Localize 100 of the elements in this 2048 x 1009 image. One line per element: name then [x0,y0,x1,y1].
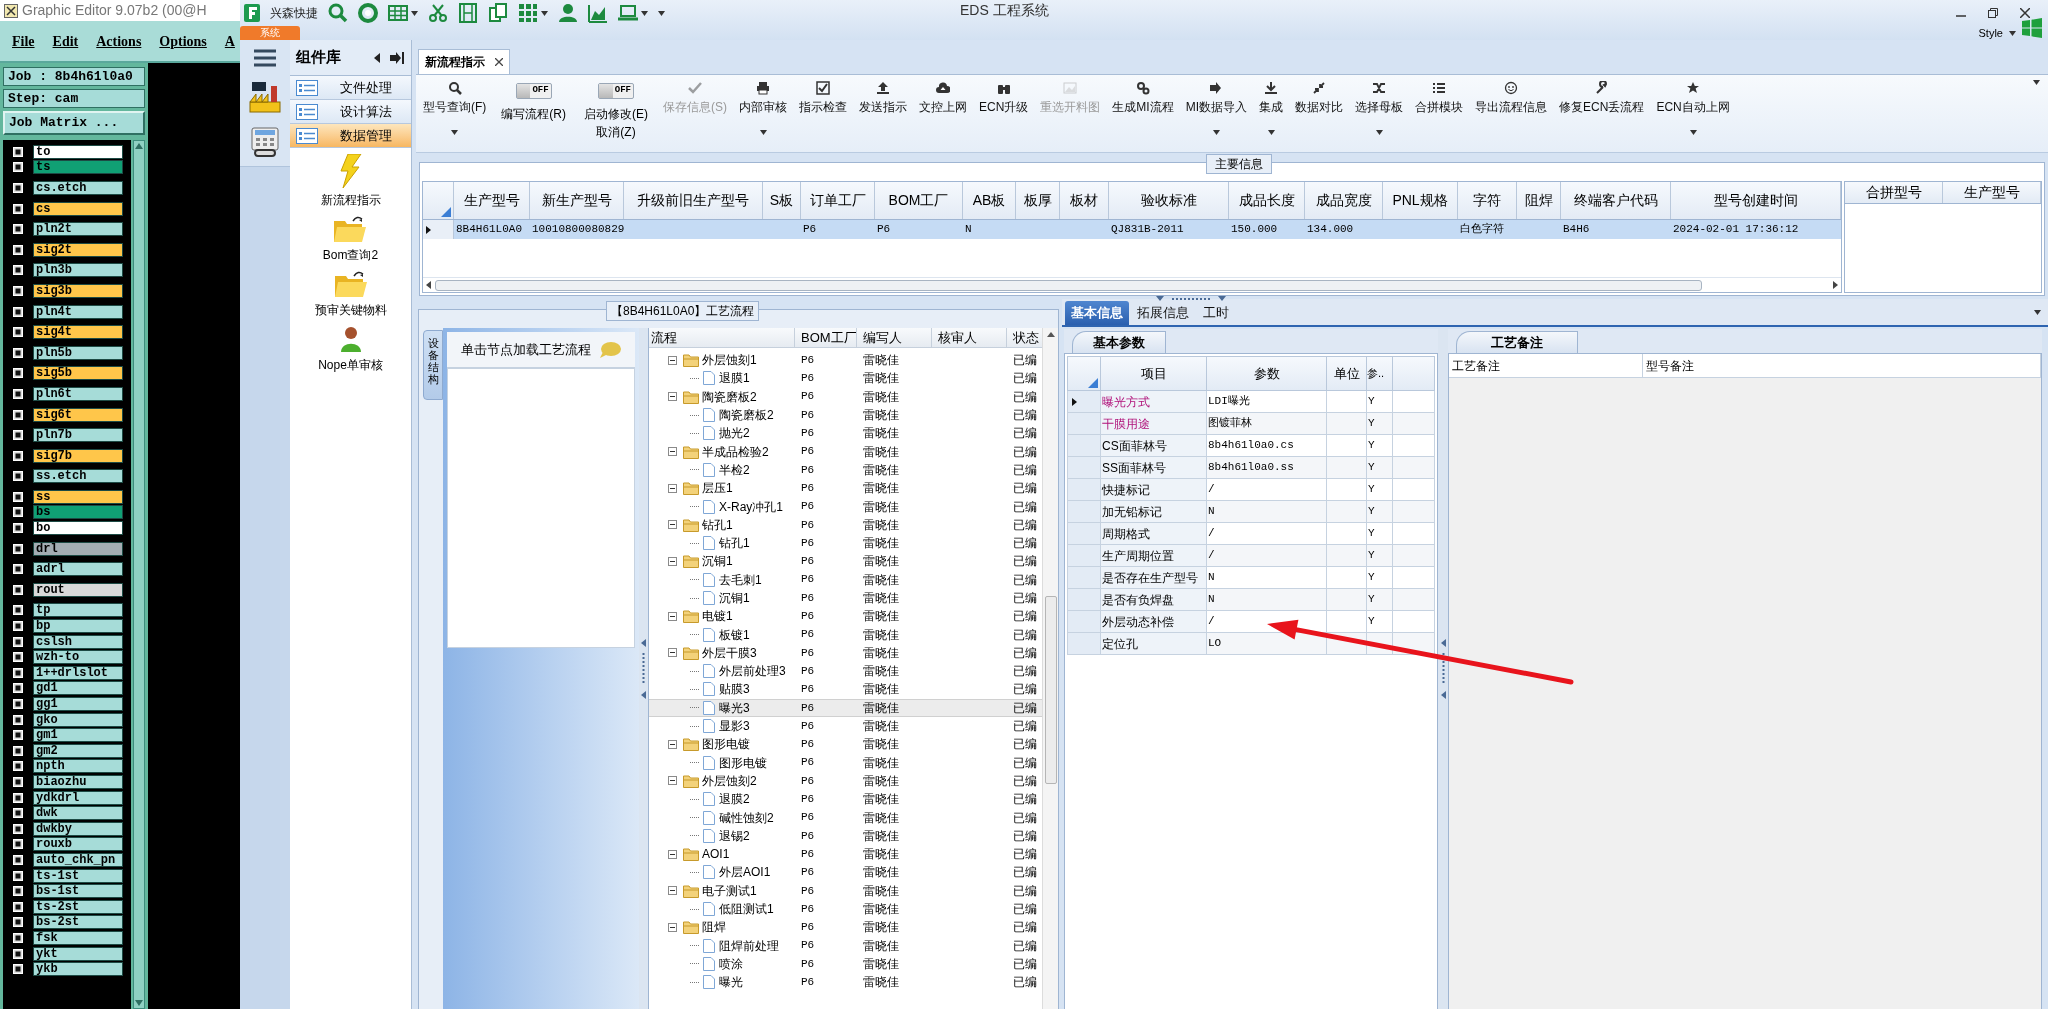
category-tab[interactable]: 设计算法 [290,100,411,124]
category-tab[interactable]: 数据管理 [290,124,411,148]
ribbon-button[interactable]: 发送指示 [856,75,910,149]
tree-row[interactable]: 外层AOI1 P6 雷晓佳 已编 [649,863,1042,882]
menu-item[interactable]: A [224,30,235,52]
checkbox[interactable] [13,368,23,379]
menu-icon[interactable] [253,48,277,68]
layer-item[interactable]: sig7b [33,448,123,463]
checkbox[interactable] [13,792,23,803]
layer-item[interactable]: fsk [33,930,123,945]
tree-row[interactable]: 图形电镀 P6 雷晓佳 已编 [649,753,1042,772]
column-header[interactable]: 终端客户代码 [1561,182,1671,219]
component-item[interactable]: 新流程指示 [320,154,381,209]
tree-row[interactable]: 沉铜1 P6 雷晓佳 已编 [649,588,1042,608]
ribbon-button[interactable]: 导出流程信息 [1472,75,1551,149]
tree-row[interactable]: 陶瓷磨板2 P6 雷晓佳 已编 [649,405,1042,425]
row-header[interactable] [1068,391,1101,412]
column-header[interactable]: 阻焊 [1517,182,1561,219]
column-header[interactable]: 核审人 [932,328,1007,347]
tree-row[interactable]: 外层前处理3 P6 雷晓佳 已编 [649,662,1042,681]
checkbox[interactable] [13,162,23,173]
ribbon-button[interactable]: 文控上网 [916,75,970,149]
tree-row[interactable]: 显影3 P6 雷晓佳 已编 [649,716,1042,736]
tree-row[interactable]: 沉铜1 P6 雷晓佳 已编 [649,552,1042,571]
tree-row[interactable]: 抛光2 P6 雷晓佳 已编 [649,424,1042,443]
tree-row[interactable]: 半检2 P6 雷晓佳 已编 [649,460,1042,480]
collapse-box-icon[interactable] [668,447,677,457]
checkbox[interactable] [13,471,23,482]
column-header[interactable]: 生产型号 [1943,182,2041,203]
detail-tab[interactable]: 工时 [1197,301,1235,325]
checkbox[interactable] [13,584,23,595]
tree-row[interactable]: 退膜1 P6 雷晓佳 已编 [649,369,1042,388]
layer-item[interactable]: pln5b [33,345,123,360]
checkbox[interactable] [13,823,23,834]
copy-icon[interactable] [488,3,508,23]
column-header[interactable]: 型号创建时间 [1671,182,1841,219]
checkbox[interactable] [13,745,23,756]
ribbon-button[interactable]: 内部审核 [736,75,790,149]
ribbon-button[interactable]: 修复ECN丢流程 [1556,75,1648,149]
checkbox[interactable] [13,203,23,214]
column-header[interactable]: 工艺备注 [1449,354,1643,377]
splitter-grip-icon[interactable] [1156,296,1226,302]
layer-item[interactable]: cs.etch [33,181,123,195]
ribbon-button[interactable]: ECN升级 [976,75,1032,149]
layer-item[interactable]: pln6t [33,386,123,401]
checkbox[interactable] [13,964,23,975]
scissors-icon[interactable] [428,3,448,23]
layer-item[interactable]: dwk [33,806,123,821]
menu-item[interactable]: File [12,30,35,52]
layer-item[interactable]: ts-2st [33,899,123,914]
checkbox[interactable] [13,699,23,709]
tree-row[interactable]: 曝光3 P6 雷晓佳 已编 [649,698,1042,717]
checkbox[interactable] [13,808,23,819]
layer-item[interactable]: pln2t [33,222,123,237]
collapse-box-icon[interactable] [668,849,677,859]
tree-row[interactable]: 贴膜3 P6 雷晓佳 已编 [649,680,1042,699]
tree-row[interactable]: X-Ray冲孔1 P6 雷晓佳 已编 [649,497,1042,516]
layer-item[interactable]: auto_chk_pn [33,852,123,867]
checkbox[interactable] [13,636,23,647]
layer-item[interactable]: ydkdrl [33,790,123,805]
checkbox[interactable] [13,761,23,772]
layer-item[interactable]: sig4t [33,325,123,340]
detail-tab[interactable]: 拓展信息 [1131,301,1195,325]
checkbox[interactable] [13,870,23,881]
collapse-box-icon[interactable] [668,355,677,365]
layer-item[interactable]: to [33,144,123,159]
tree-row[interactable]: 喷涂 P6 雷晓佳 已编 [649,954,1042,974]
collapse-box-icon[interactable] [668,520,677,530]
column-header[interactable]: S板 [763,182,801,219]
detail-tab[interactable]: 基本信息 [1065,301,1129,325]
tree-row[interactable]: 低阻测试1 P6 雷晓佳 已编 [649,899,1042,919]
collapse-box-icon[interactable] [668,886,677,896]
ribbon-button[interactable]: MI数据导入 [1182,75,1251,149]
column-header[interactable]: 板厚 [1016,182,1060,219]
layer-item[interactable]: adrl [33,562,123,577]
close-icon[interactable] [2020,8,2030,18]
caret-icon[interactable] [541,10,548,16]
tree-row[interactable]: 外层蚀刻2 P6 雷晓佳 已编 [649,771,1042,791]
tree-row[interactable]: 阻焊前处理 P6 雷晓佳 已编 [649,936,1042,955]
layer-item[interactable]: bs-1st [33,884,123,899]
restore-icon[interactable] [1988,8,1998,18]
tree-row[interactable]: 钻孔1 P6 雷晓佳 已编 [649,533,1042,553]
column-header[interactable]: 编写人 [857,328,932,347]
checkbox[interactable] [13,621,23,632]
column-header[interactable]: 验收标准 [1109,182,1229,219]
grid-icon[interactable] [518,3,538,23]
column-header[interactable]: 参数 [1207,357,1327,390]
search-icon[interactable] [328,3,348,23]
laptop-icon[interactable] [618,3,638,23]
column-header[interactable]: 参.. [1367,357,1393,390]
layer-item[interactable]: ts [33,160,123,175]
layer-item[interactable]: ss.etch [33,469,123,484]
checkbox[interactable] [13,224,23,235]
tree-row[interactable]: 板镀1 P6 雷晓佳 已编 [649,625,1042,644]
table-row[interactable]: 8B4H61L0A0 10010800080829 P6 P6 N QJ831B-2011 150.000 134.000 白色字符 B4H6 2024-02-01 17:36:12 [423,220,1841,239]
tree-row[interactable]: 图形电镀 P6 雷晓佳 已编 [649,735,1042,754]
checkbox[interactable] [13,730,23,741]
layer-item[interactable]: gd1 [33,681,123,696]
layer-item[interactable]: gm1 [33,728,123,743]
column-header[interactable]: 字符 [1458,182,1517,219]
